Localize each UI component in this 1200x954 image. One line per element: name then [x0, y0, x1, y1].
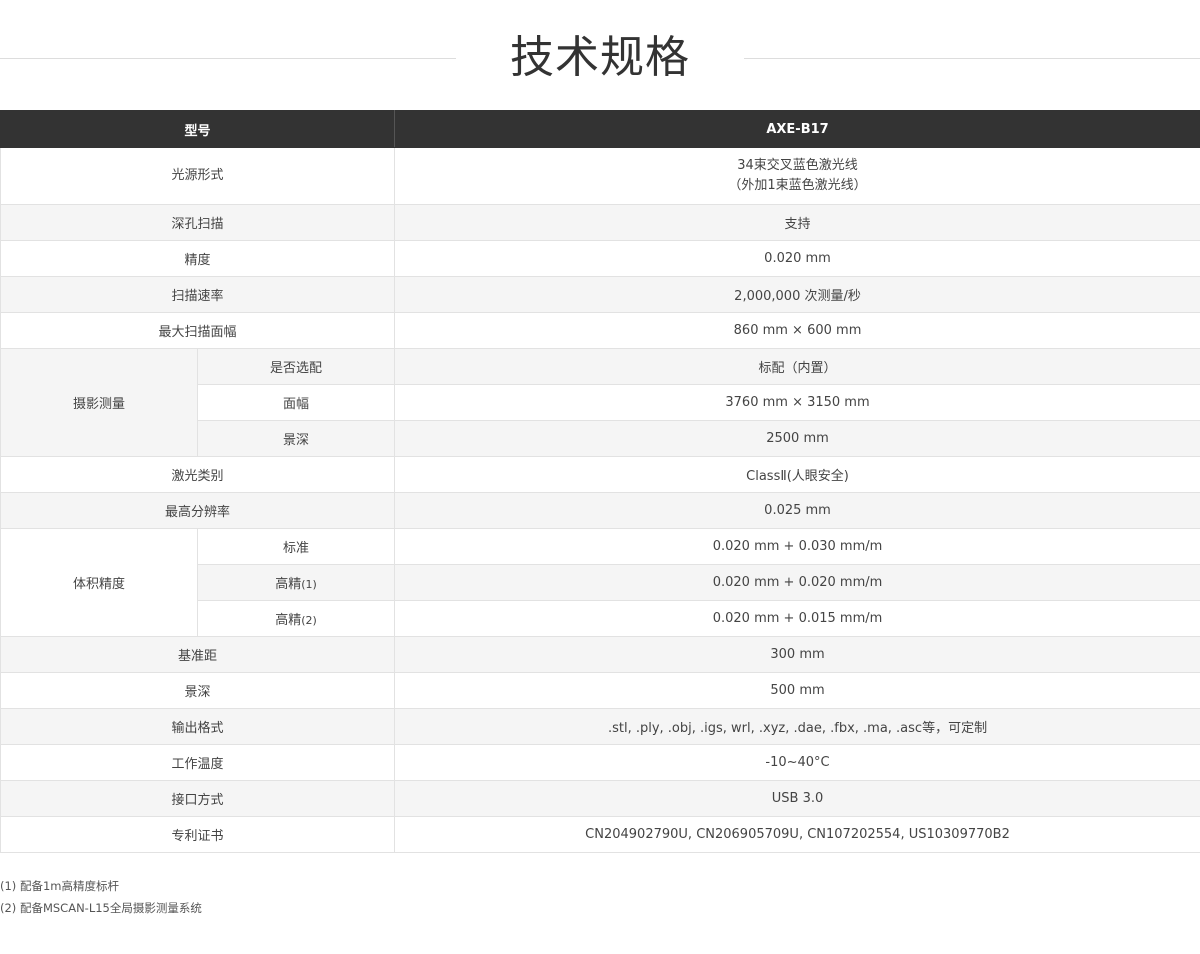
- row-value: ClassⅡ(人眼安全): [394, 456, 1200, 493]
- row-label: 专利证书: [0, 816, 396, 853]
- table-row: 输出格式 .stl, .ply, .obj, .igs, wrl, .xyz, …: [0, 708, 1200, 745]
- row-label: 接口方式: [0, 780, 396, 817]
- row-value: 860 mm × 600 mm: [394, 312, 1200, 349]
- table-row: 激光类别 ClassⅡ(人眼安全): [0, 456, 1200, 493]
- sub-label-text: 高精: [275, 613, 302, 628]
- row-value: 0.025 mm: [394, 492, 1200, 529]
- row-value: USB 3.0: [394, 780, 1200, 817]
- row-value: 500 mm: [394, 672, 1200, 709]
- row-value: 0.020 mm + 0.020 mm/m: [394, 564, 1200, 601]
- row-label: 最高分辨率: [0, 492, 396, 529]
- spec-table: 型号 AXE-B17 光源形式 34束交叉蓝色激光线 （外加1束蓝色激光线） 深…: [0, 110, 1200, 853]
- row-value: 34束交叉蓝色激光线 （外加1束蓝色激光线）: [394, 147, 1200, 205]
- table-row: 最高分辨率 0.025 mm: [0, 492, 1200, 529]
- table-row: 摄影测量 是否选配 标配（内置）: [0, 348, 1200, 457]
- row-label: 最大扫描面幅: [0, 312, 396, 349]
- footnote-marker: (2): [301, 614, 317, 627]
- sub-label: 景深: [196, 420, 396, 457]
- table-row: 接口方式 USB 3.0: [0, 780, 1200, 817]
- footnote: (1) 配备1m高精度标杆: [0, 879, 119, 893]
- row-value: 2500 mm: [394, 420, 1200, 457]
- row-value-line: （外加1束蓝色激光线）: [728, 178, 867, 193]
- table-row: 体积精度 标准 0.020 mm + 0.030 mm/m: [0, 528, 1200, 637]
- sub-label: 高精(1): [196, 564, 396, 601]
- table-row: 景深 500 mm: [0, 672, 1200, 709]
- row-label: 精度: [0, 240, 396, 277]
- page-title-area: 技术规格: [0, 0, 1200, 110]
- group-label: 体积精度: [0, 528, 198, 637]
- group-label: 摄影测量: [0, 348, 198, 457]
- footnote-marker: (1): [301, 578, 317, 591]
- row-value: 0.020 mm: [394, 240, 1200, 277]
- table-row: 工作温度 -10~40°C: [0, 744, 1200, 781]
- footnote: (2) 配备MSCAN-L15全局摄影测量系统: [0, 901, 202, 915]
- row-label: 输出格式: [0, 708, 396, 745]
- row-label: 景深: [0, 672, 396, 709]
- row-value: 3760 mm × 3150 mm: [394, 384, 1200, 421]
- sub-label: 标准: [196, 528, 396, 565]
- row-label: 光源形式: [0, 147, 396, 205]
- header-model: AXE-B17: [394, 110, 1200, 148]
- row-value: CN204902790U, CN206905709U, CN107202554,…: [394, 816, 1200, 853]
- sub-label: 面幅: [196, 384, 396, 421]
- row-label: 工作温度: [0, 744, 396, 781]
- header-label: 型号: [0, 110, 396, 148]
- table-row: 精度 0.020 mm: [0, 240, 1200, 277]
- footnotes: (1) 配备1m高精度标杆 (2) 配备MSCAN-L15全局摄影测量系统: [0, 875, 1200, 919]
- sub-label-text: 高精: [275, 577, 302, 592]
- row-value: 支持: [394, 204, 1200, 241]
- table-row: 光源形式 34束交叉蓝色激光线 （外加1束蓝色激光线）: [0, 147, 1200, 205]
- row-value: 2,000,000 次测量/秒: [394, 276, 1200, 313]
- row-label: 激光类别: [0, 456, 396, 493]
- table-row: 深孔扫描 支持: [0, 204, 1200, 241]
- row-label: 深孔扫描: [0, 204, 396, 241]
- sub-label: 是否选配: [196, 348, 396, 385]
- table-row: 专利证书 CN204902790U, CN206905709U, CN10720…: [0, 816, 1200, 853]
- row-label: 扫描速率: [0, 276, 396, 313]
- table-row: 基准距 300 mm: [0, 636, 1200, 673]
- row-value: 300 mm: [394, 636, 1200, 673]
- table-row: 扫描速率 2,000,000 次测量/秒: [0, 276, 1200, 313]
- row-value: 0.020 mm + 0.030 mm/m: [394, 528, 1200, 565]
- row-value: -10~40°C: [394, 744, 1200, 781]
- row-label: 基准距: [0, 636, 396, 673]
- row-value-line: 34束交叉蓝色激光线: [737, 158, 858, 173]
- table-header-row: 型号 AXE-B17: [0, 110, 1200, 148]
- table-row: 最大扫描面幅 860 mm × 600 mm: [0, 312, 1200, 349]
- row-value: 标配（内置）: [394, 348, 1200, 385]
- row-value: 0.020 mm + 0.015 mm/m: [394, 600, 1200, 637]
- page-title: 技术规格: [510, 32, 690, 83]
- sub-label: 高精(2): [196, 600, 396, 637]
- row-value: .stl, .ply, .obj, .igs, wrl, .xyz, .dae,…: [394, 708, 1200, 745]
